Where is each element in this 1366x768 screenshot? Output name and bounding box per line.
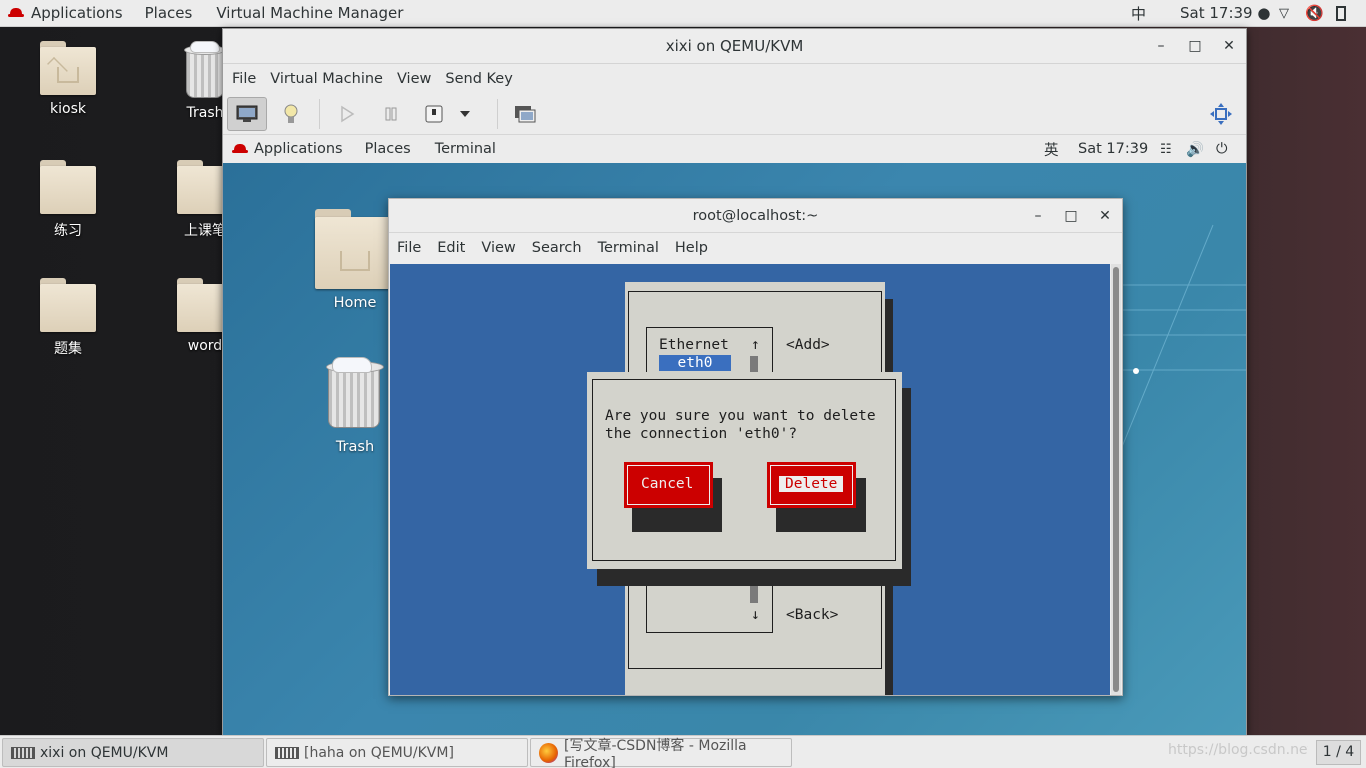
host-input-method[interactable]: 中 bbox=[1131, 3, 1146, 24]
term-menu-help[interactable]: Help bbox=[675, 240, 708, 256]
details-view-icon[interactable] bbox=[271, 97, 311, 131]
network-icon[interactable]: ☷ bbox=[1160, 142, 1172, 157]
dialog-message-line2: the connection 'eth0'? bbox=[605, 426, 798, 442]
task-firefox[interactable]: [写文章-CSDN博客 - Mozilla Firefox] bbox=[530, 738, 792, 768]
vm-titlebar[interactable]: xixi on QEMU/KVM – □ ✕ bbox=[223, 29, 1246, 64]
wifi-icon[interactable]: ▽ bbox=[1279, 6, 1289, 21]
shutdown-icon[interactable] bbox=[414, 97, 454, 131]
term-menu-file[interactable]: File bbox=[397, 240, 421, 256]
minimize-icon[interactable]: – bbox=[1021, 199, 1055, 233]
terminal-scrollbar[interactable] bbox=[1111, 264, 1121, 695]
host-clock[interactable]: Sat 17:39 ● bbox=[1180, 4, 1270, 22]
cancel-button[interactable]: Cancel bbox=[624, 462, 713, 508]
maximize-icon[interactable]: □ bbox=[1178, 29, 1212, 64]
folder-icon bbox=[40, 278, 96, 332]
fullscreen-icon[interactable] bbox=[1201, 97, 1241, 131]
list-header: Ethernet bbox=[659, 337, 729, 353]
term-menu-search[interactable]: Search bbox=[532, 240, 582, 256]
home-folder-icon bbox=[40, 41, 96, 95]
dialog-message-line1: Are you sure you want to delete bbox=[605, 408, 876, 424]
guest-applications-menu[interactable]: Applications bbox=[254, 141, 343, 157]
back-button[interactable]: <Back> bbox=[786, 607, 838, 623]
maximize-icon[interactable]: □ bbox=[1054, 199, 1088, 233]
vm-window: xixi on QEMU/KVM – □ ✕ File Virtual Mach… bbox=[222, 28, 1247, 735]
terminal-title: root@localhost:~ bbox=[692, 208, 819, 224]
task-haha[interactable]: [haha on QEMU/KVM] bbox=[266, 738, 528, 767]
vm-app-icon bbox=[275, 746, 299, 759]
volume-icon[interactable]: 🔊 bbox=[1186, 141, 1204, 158]
desktop-icon-tiji[interactable]: 题集 bbox=[13, 278, 123, 358]
trash-icon bbox=[324, 357, 386, 433]
vm-menu-file[interactable]: File bbox=[232, 71, 256, 87]
terminal-window: root@localhost:~ – □ ✕ File Edit View Se… bbox=[388, 198, 1123, 696]
delete-button[interactable]: Delete bbox=[767, 462, 856, 508]
vm-app-icon bbox=[11, 746, 35, 759]
console-view-icon[interactable] bbox=[227, 97, 267, 131]
terminal-screen[interactable]: Ethernet ↑ eth0 ↓ <Add> <Back> Are you s… bbox=[390, 264, 1110, 695]
screenshot-icon[interactable] bbox=[505, 97, 545, 131]
volume-icon[interactable]: 🔇 bbox=[1305, 4, 1324, 22]
taskbar: xixi on QEMU/KVM [haha on QEMU/KVM] [写文章… bbox=[0, 735, 1366, 768]
desktop-icon-kiosk[interactable]: kiosk bbox=[13, 41, 123, 117]
minimize-icon[interactable]: – bbox=[1144, 29, 1178, 64]
brand-text: nux bbox=[1245, 663, 1246, 693]
guest-places-menu[interactable]: Places bbox=[365, 141, 411, 157]
vm-menu-view[interactable]: View bbox=[397, 71, 431, 87]
list-scrollbar-thumb[interactable] bbox=[750, 585, 758, 603]
power-icon[interactable]: ⏻ bbox=[1216, 141, 1227, 157]
term-menu-edit[interactable]: Edit bbox=[437, 240, 465, 256]
scroll-up-arrow-icon[interactable]: ↑ bbox=[751, 337, 760, 353]
battery-icon[interactable] bbox=[1336, 6, 1346, 21]
redhat-logo-icon bbox=[8, 8, 24, 18]
close-icon[interactable]: ✕ bbox=[1088, 199, 1122, 233]
redhat-logo-icon bbox=[232, 144, 248, 154]
vm-window-title: xixi on QEMU/KVM bbox=[665, 37, 804, 55]
desktop-icon-lianxi[interactable]: 练习 bbox=[13, 160, 123, 240]
workspace-indicator[interactable]: 1 / 4 bbox=[1316, 740, 1361, 765]
guest-clock[interactable]: Sat 17:39 bbox=[1078, 141, 1148, 157]
vm-menu-send-key[interactable]: Send Key bbox=[445, 71, 512, 87]
host-applications-menu[interactable]: Applications bbox=[31, 4, 123, 22]
vm-menubar: File Virtual Machine View Send Key bbox=[223, 65, 1246, 93]
guest-top-bar: Applications Places Terminal 英 Sat 17:39… bbox=[223, 135, 1246, 163]
guest-terminal-menu[interactable]: Terminal bbox=[435, 141, 496, 157]
terminal-titlebar[interactable]: root@localhost:~ – □ ✕ bbox=[389, 199, 1122, 233]
home-folder-icon bbox=[315, 209, 395, 289]
task-xixi[interactable]: xixi on QEMU/KVM bbox=[2, 738, 264, 767]
add-button[interactable]: <Add> bbox=[786, 337, 830, 353]
guest-input-method[interactable]: 英 bbox=[1044, 139, 1059, 160]
run-icon[interactable] bbox=[327, 97, 367, 131]
terminal-menubar: File Edit View Search Terminal Help bbox=[389, 234, 1122, 262]
list-item-eth0[interactable]: eth0 bbox=[659, 355, 731, 371]
scroll-down-arrow-icon[interactable]: ↓ bbox=[751, 607, 760, 623]
firefox-icon bbox=[539, 742, 558, 763]
pause-icon[interactable] bbox=[371, 97, 411, 131]
vm-toolbar bbox=[223, 93, 1246, 135]
vm-menu-virtual-machine[interactable]: Virtual Machine bbox=[270, 71, 383, 87]
host-places-menu[interactable]: Places bbox=[145, 4, 193, 22]
dropdown-arrow-icon[interactable] bbox=[453, 97, 477, 131]
host-top-bar: Applications Places Virtual Machine Mana… bbox=[0, 0, 1366, 27]
host-app-menu[interactable]: Virtual Machine Manager bbox=[216, 4, 403, 22]
guest-screen[interactable]: Applications Places Terminal 英 Sat 17:39… bbox=[223, 135, 1246, 735]
term-menu-terminal[interactable]: Terminal bbox=[598, 240, 659, 256]
watermark: https://blog.csdn.net/... bbox=[1168, 742, 1308, 758]
term-menu-view[interactable]: View bbox=[481, 240, 515, 256]
close-icon[interactable]: ✕ bbox=[1212, 29, 1246, 64]
delete-dialog: Are you sure you want to delete the conn… bbox=[587, 372, 902, 569]
folder-icon bbox=[40, 160, 96, 214]
